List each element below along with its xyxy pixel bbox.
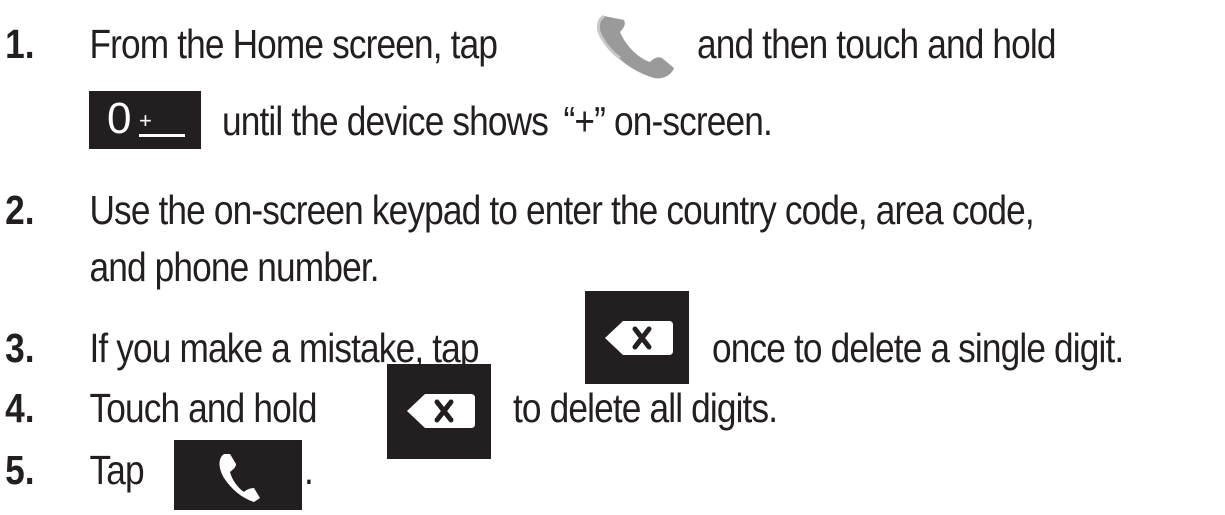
call-button-icon xyxy=(174,440,302,510)
step-text: “+” on-screen. xyxy=(563,97,773,144)
step-1-line-1-tail: and then touch and hold xyxy=(697,14,1056,74)
step-number: 3. xyxy=(5,324,35,371)
step-text: until the device shows xyxy=(222,97,549,144)
step-5-line-tail: . xyxy=(304,440,314,500)
zero-plus-key-icon: 0 + xyxy=(89,91,201,149)
step-text: Tap xyxy=(89,446,144,493)
step-number: 2. xyxy=(5,186,35,233)
backspace-key-icon xyxy=(387,364,491,459)
step-text: . xyxy=(304,446,314,493)
step-text: once to delete a single digit. xyxy=(712,324,1124,371)
step-text: Use the on-screen keypad to enter the co… xyxy=(89,186,1034,233)
backspace-key-icon xyxy=(585,291,689,384)
step-number: 4. xyxy=(5,384,35,431)
plus-key-label: + xyxy=(139,108,152,133)
step-1-line-2: until the device shows “+” on-screen. xyxy=(222,91,773,151)
step-3-line-tail: once to delete a single digit. xyxy=(712,318,1124,378)
step-number: 1. xyxy=(5,20,35,67)
step-text: From the Home screen, tap xyxy=(89,20,498,67)
step-text: to delete all digits. xyxy=(513,384,778,431)
instruction-steps: 1. From the Home screen, tap and then to… xyxy=(0,0,1225,510)
step-number: 5. xyxy=(5,446,35,493)
phone-app-icon xyxy=(592,8,682,80)
zero-key-label: 0 xyxy=(107,94,132,143)
step-4-line-tail: to delete all digits. xyxy=(513,378,778,438)
step-text: Touch and hold xyxy=(89,384,317,431)
step-text: and then touch and hold xyxy=(697,20,1056,67)
key-underline xyxy=(139,134,185,137)
step-text: and phone number. xyxy=(89,243,379,290)
